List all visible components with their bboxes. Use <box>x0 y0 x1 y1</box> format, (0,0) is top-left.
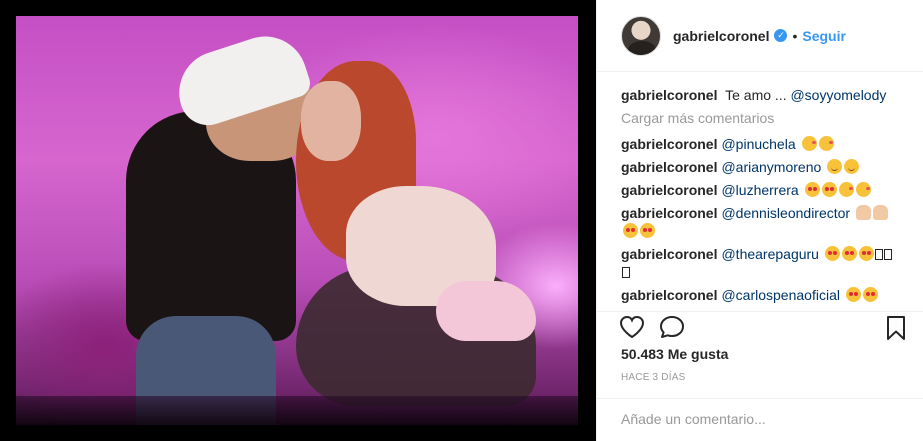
action-bar <box>597 311 923 341</box>
heart-emoji-icon <box>858 246 874 261</box>
heart-emoji-icon <box>804 182 820 197</box>
kiss-emoji-icon <box>838 182 854 197</box>
photo-shape <box>436 281 536 341</box>
caption-username[interactable]: gabrielcoronel <box>621 87 717 103</box>
comment-mention[interactable]: @carlospenaoficial <box>721 287 840 303</box>
heart-emoji-icon <box>845 287 861 302</box>
heart-emoji-icon <box>640 223 655 238</box>
heart-emoji-icon <box>841 246 857 261</box>
comment-rows: gabrielcoronel @pinuchela gabrielcoronel @… <box>621 135 900 304</box>
avatar[interactable] <box>621 15 661 56</box>
post-timestamp[interactable]: HACE 3 DÍAS <box>621 372 685 383</box>
add-comment-bar <box>597 398 923 441</box>
header-username[interactable]: gabrielcoronel <box>673 28 769 44</box>
heart-emoji-icon <box>824 246 840 261</box>
bookmark-icon[interactable] <box>885 315 907 346</box>
heart-emoji-icon <box>821 182 837 197</box>
comment-mention[interactable]: @luzherrera <box>721 182 798 198</box>
comment-mention[interactable]: @pinuchela <box>721 136 795 152</box>
heart-outline-icon[interactable] <box>619 315 645 344</box>
comment-bubble-icon[interactable] <box>659 315 685 344</box>
heart-emoji-icon <box>862 287 878 302</box>
photo-panel <box>0 0 596 441</box>
comment-row: gabrielcoronel @pinuchela <box>621 135 900 153</box>
missing-glyph-icon <box>874 249 883 260</box>
comment-row: gabrielcoronel @thearepaguru <box>621 245 900 281</box>
comment-row: gabrielcoronel @arianymoreno <box>621 158 900 176</box>
comment-mention[interactable]: @arianymoreno <box>721 159 821 175</box>
comment-username[interactable]: gabrielcoronel <box>621 136 717 152</box>
comment-username[interactable]: gabrielcoronel <box>621 246 717 262</box>
comment-input[interactable] <box>621 411 900 427</box>
photo-shape <box>16 396 578 425</box>
load-more-comments-button[interactable]: Cargar más comentarios <box>621 109 900 127</box>
heart-emoji-icon <box>623 223 638 238</box>
follow-button[interactable]: Seguir <box>802 28 846 44</box>
caption-mention[interactable]: @soyyomelody <box>790 87 886 103</box>
kiss-emoji-icon <box>801 136 817 151</box>
caption: gabrielcoronel Te amo ... @soyyomelody <box>621 86 900 104</box>
comment-username[interactable]: gabrielcoronel <box>621 205 717 221</box>
missing-glyph-icon <box>622 267 630 278</box>
comment-mention[interactable]: @dennisleondirector <box>721 205 850 221</box>
comment-row: gabrielcoronel @dennisleondirector <box>621 204 900 240</box>
comment-username[interactable]: gabrielcoronel <box>621 159 717 175</box>
verified-badge-icon: ✓ <box>774 29 788 42</box>
comment-username[interactable]: gabrielcoronel <box>621 182 717 198</box>
comment-row: gabrielcoronel @carlospenaoficial <box>621 286 900 304</box>
post-side-panel: gabrielcoronel ✓ • Seguir gabrielcoronel… <box>596 0 923 441</box>
smile-emoji-icon <box>827 159 843 174</box>
smile-emoji-icon <box>844 159 860 174</box>
pray-emoji-icon <box>855 205 871 220</box>
comment-row: gabrielcoronel @luzherrera <box>621 181 900 199</box>
comment-username[interactable]: gabrielcoronel <box>621 287 717 303</box>
missing-glyph-icon <box>883 249 892 260</box>
comment-mention[interactable]: @thearepaguru <box>721 246 819 262</box>
pray-emoji-icon <box>872 205 888 220</box>
separator-dot: • <box>792 27 798 44</box>
post-header: gabrielcoronel ✓ • Seguir <box>597 0 923 72</box>
comments-list[interactable]: gabrielcoronel Te amo ... @soyyomelody C… <box>597 72 923 311</box>
kiss-emoji-icon <box>855 182 871 197</box>
photo-shape <box>301 81 361 161</box>
likes-count[interactable]: 50.483 Me gusta <box>621 346 728 362</box>
caption-text: Te amo ... <box>725 87 787 103</box>
post-photo[interactable] <box>16 16 578 425</box>
kiss-emoji-icon <box>818 136 834 151</box>
